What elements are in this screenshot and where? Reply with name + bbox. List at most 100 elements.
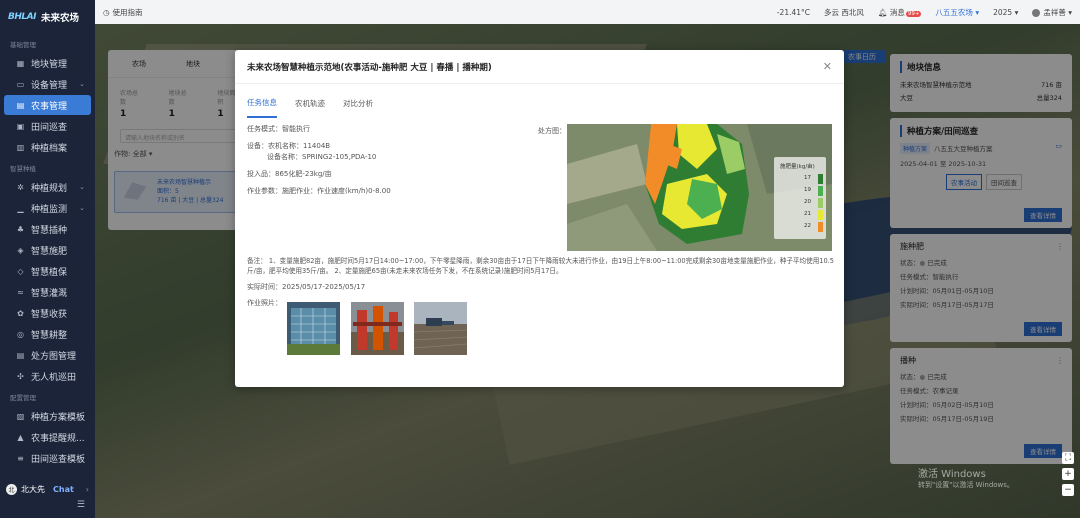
weather-temp: -21.41°C	[776, 7, 811, 17]
chevron-right-icon: ›	[85, 484, 89, 494]
sidebar-item-label: 地块管理	[31, 59, 68, 70]
inputs: 投入品：865化肥-23kg/亩	[247, 170, 332, 178]
work-photo[interactable]	[351, 302, 404, 355]
sidebar-item-label: 无人机巡田	[31, 372, 77, 383]
remark: 备注： 1、变量施肥82亩，施肥时间5月17日14:00~17:00，下午零星降…	[247, 257, 834, 275]
chevron-down-icon: ⌄	[79, 204, 85, 212]
avatar: 北	[6, 483, 17, 495]
chat-user: 北大先	[21, 484, 45, 494]
sidebar-item-label: 田间巡查	[31, 122, 68, 133]
calendar-icon: ▣	[16, 121, 25, 131]
sidebar-item[interactable]: ◇ 智慧植保	[4, 261, 91, 281]
doc-icon: ▤	[16, 350, 25, 360]
sidebar-item[interactable]: ▤ 农事管理	[4, 95, 91, 115]
sidebar-item-label: 智慧植保	[31, 267, 68, 278]
device-machine: 设备：农机名称：11404B	[247, 142, 331, 150]
sidebar-item-label: 农事管理	[31, 101, 68, 112]
sidebar-item-label: 田间巡查模板	[31, 454, 86, 465]
task-mode: 任务模式：智能执行	[247, 125, 310, 133]
sidebar-item-label: 种植监测	[31, 204, 68, 215]
brand-logo: BHLAI	[8, 12, 36, 22]
work-photo-image	[287, 302, 340, 355]
sidebar-item[interactable]: ≡ 田间巡查模板	[4, 448, 91, 468]
map-controls: ⛶ + −	[1062, 452, 1074, 496]
sprout-icon: ♣	[16, 224, 25, 234]
bell-icon: ▲	[17, 432, 24, 442]
sidebar-item[interactable]: ◎ 智慧耕整	[4, 324, 91, 344]
tab-task-info[interactable]: 任务信息	[247, 88, 277, 118]
chevron-down-icon: ⌄	[79, 183, 85, 191]
chevron-down-icon: ⌄	[79, 80, 85, 88]
sidebar-group-title: 基础管理	[10, 41, 36, 49]
sidebar-item[interactable]: ▥ 种植档案	[4, 137, 91, 157]
zoom-in-button[interactable]: +	[1062, 468, 1074, 480]
chat-entry[interactable]: 北 北大先 Chat ›	[0, 478, 95, 500]
sidebar-item-label: 设备管理	[31, 80, 68, 91]
prescription-label: 处方图：	[538, 127, 566, 135]
sidebar-item-label: 农事提醒规...	[31, 433, 85, 444]
gear-icon: ✲	[17, 182, 24, 192]
sidebar-item-label: 种植规划	[31, 183, 68, 194]
sidebar-item-label: 智慧灌溉	[31, 288, 68, 299]
message-badge: 99+	[905, 10, 922, 17]
tab-comparison[interactable]: 对比分析	[343, 88, 373, 118]
sidebar-item[interactable]: ▦ 地块管理	[4, 53, 91, 73]
work-photo[interactable]	[413, 302, 468, 355]
year-select[interactable]: 2025 ▾	[993, 8, 1018, 17]
drone-icon: ✣	[17, 371, 24, 381]
modal-title: 未来农场智慧种植示范地(农事活动-施种肥 大豆 | 春播 | 播种期)	[247, 62, 492, 73]
prescription-map[interactable]: 施肥量(kg/亩) 17 19 20 21 22	[567, 124, 832, 251]
actual-time: 实际时间：2025/05/17-2025/05/17	[247, 283, 366, 291]
sidebar-item[interactable]: ▁ 种植监测 ⌄	[4, 198, 91, 218]
sidebar-item[interactable]: ▣ 田间巡查	[4, 116, 91, 136]
fullscreen-icon[interactable]: ⛶	[1062, 452, 1074, 464]
shield-icon: ◇	[17, 266, 24, 276]
sidebar-item-label: 种植档案	[31, 143, 68, 154]
sidebar: BHLAI 未来农场 基础管理 ▦ 地块管理 ▭ 设备管理 ⌄ ▤ 农事管理 ▣ 田间巡查 ▥ 种植档…	[0, 0, 95, 518]
brand-name: 未来农场	[40, 13, 79, 24]
collapse-sidebar-icon[interactable]: ☰	[0, 500, 95, 518]
close-icon[interactable]: ✕	[823, 60, 832, 73]
sidebar-item[interactable]: ✿ 智慧收获	[4, 303, 91, 323]
farm-select[interactable]: 八五五农场 ▾	[935, 7, 979, 18]
prescription-legend: 施肥量(kg/亩) 17 19 20 21 22	[774, 157, 826, 239]
chat-label: Chat	[53, 484, 74, 494]
sidebar-item[interactable]: ✲ 种植规划 ⌄	[4, 177, 91, 197]
harvest-icon: ✿	[17, 308, 24, 318]
sidebar-item[interactable]: ▧ 种植方案模板	[4, 406, 91, 426]
tractor-icon: ◎	[17, 329, 24, 339]
weather-desc: 多云 西北风	[824, 7, 864, 17]
clock-icon: ◷	[103, 7, 110, 17]
chart-icon: ▁	[17, 203, 24, 213]
sidebar-item[interactable]: ▲ 农事提醒规...	[4, 427, 91, 447]
user-icon	[1032, 8, 1041, 17]
photos-label: 作业照片：	[247, 299, 282, 307]
sidebar-item[interactable]: ✣ 无人机巡田	[4, 366, 91, 386]
guide-link[interactable]: ◷ 使用指南	[103, 7, 143, 18]
device-name: 设备名称：SPRING2-105,PDA-10	[267, 153, 377, 161]
user-menu[interactable]: 孟祥善 ▾	[1032, 7, 1072, 18]
sidebar-item[interactable]: ▤ 处方图管理	[4, 345, 91, 365]
message-button[interactable]: 🔔︎ 消息 99+	[878, 7, 922, 18]
sidebar-item-label: 种植方案模板	[31, 412, 86, 423]
template-icon: ▧	[16, 411, 25, 421]
sidebar-item-label: 处方图管理	[31, 351, 77, 362]
sidebar-item[interactable]: ≈ 智慧灌溉	[4, 282, 91, 302]
guide-label: 使用指南	[112, 7, 143, 17]
water-icon: ≈	[17, 287, 24, 297]
map-icon: ▦	[16, 58, 25, 68]
top-bar: ◷ 使用指南 -21.41°C 多云 西北风 🔔︎ 消息 99+ 八五五农场 ▾ …	[95, 0, 1080, 24]
activity-detail-modal: 未来农场智慧种植示范地(农事活动-施种肥 大豆 | 春播 | 播种期) ✕ 任务…	[235, 50, 844, 387]
bell-icon: 🔔︎	[877, 7, 888, 17]
sidebar-item-label: 智慧施肥	[31, 246, 68, 257]
sidebar-item[interactable]: ◈ 智慧施肥	[4, 240, 91, 260]
sidebar-item[interactable]: ♣ 智慧插种	[4, 219, 91, 239]
clipboard-icon: ▤	[16, 100, 25, 110]
brand: BHLAI 未来农场	[0, 0, 95, 34]
zoom-out-button[interactable]: −	[1062, 484, 1074, 496]
tab-machine-track[interactable]: 农机轨迹	[295, 88, 325, 118]
sidebar-item-label: 智慧插种	[31, 225, 68, 236]
sidebar-item[interactable]: ▭ 设备管理 ⌄	[4, 74, 91, 94]
work-photo[interactable]	[287, 302, 340, 355]
work-photo-image	[413, 302, 468, 355]
